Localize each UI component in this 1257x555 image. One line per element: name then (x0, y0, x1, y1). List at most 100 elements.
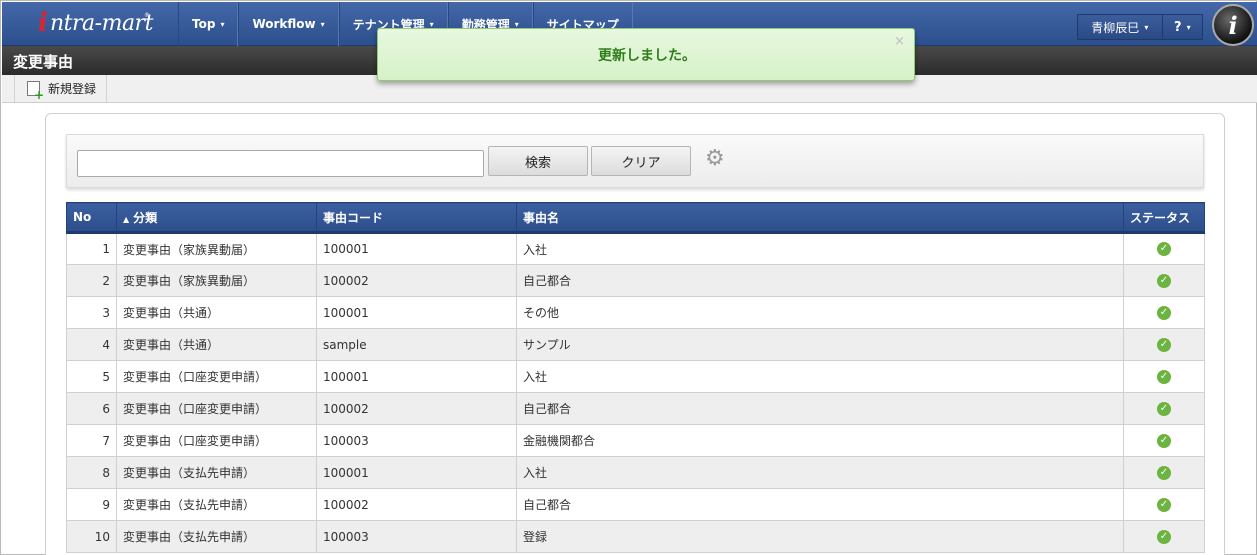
check-circle-icon: ✓ (1157, 305, 1171, 320)
cell-code: 100001 (316, 456, 517, 489)
check-circle-icon: ✓ (1157, 273, 1171, 288)
column-header-name[interactable]: 事由名 (516, 202, 1124, 234)
cell-name: 登録 (516, 520, 1124, 553)
chevron-down-icon: ▾ (220, 19, 225, 29)
chevron-down-icon: ▾ (1186, 22, 1191, 32)
check-circle-icon: ✓ (1157, 433, 1171, 448)
cell-category: 変更事由（口座変更申請） (116, 360, 317, 393)
nav-item-1[interactable]: Workflow ▾ (238, 2, 339, 46)
cell-name: 入社 (516, 456, 1124, 489)
cell-no: 10 (66, 520, 117, 553)
cell-category: 変更事由（家族異動届） (116, 232, 317, 265)
cell-name: 自己都合 (516, 488, 1124, 521)
table-row[interactable]: 7 変更事由（口座変更申請） 100003 金融機関都合 ✓ (66, 424, 1205, 457)
help-icon: ? (1174, 19, 1182, 35)
cell-no: 7 (66, 424, 117, 457)
nav-item-0[interactable]: Top ▾ (178, 2, 239, 46)
clear-button[interactable]: クリア (591, 146, 691, 176)
cell-status: ✓ (1123, 232, 1205, 265)
cell-name: 入社 (516, 232, 1124, 265)
cell-name: 自己都合 (516, 392, 1124, 425)
cell-no: 2 (66, 264, 117, 297)
cell-code: 100001 (316, 296, 517, 329)
column-header-category[interactable]: ▲ 分類 (116, 202, 317, 234)
cell-status: ✓ (1123, 456, 1205, 489)
cell-category: 変更事由（支払先申請） (116, 488, 317, 521)
cell-no: 5 (66, 360, 117, 393)
results-table: No ▲ 分類 事由コード 事由名 ステータス 1 変更事由（家族異動届） 10000… (66, 202, 1205, 553)
search-button[interactable]: 検索 (488, 146, 588, 176)
logo-text: ntra-mart (50, 11, 153, 36)
gear-icon[interactable]: ⚙ (705, 148, 725, 170)
intra-mart-logo[interactable]: i ntra-mart ® (2, 2, 178, 46)
column-header-no[interactable]: No (66, 202, 117, 234)
table-row[interactable]: 4 変更事由（共通） sample サンプル ✓ (66, 328, 1205, 361)
page-title: 変更事由 (13, 53, 74, 71)
chevron-down-icon: ▾ (1144, 22, 1149, 32)
table-row[interactable]: 10 変更事由（支払先申請） 100003 登録 ✓ (66, 520, 1205, 553)
cell-no: 1 (66, 232, 117, 265)
new-document-icon (27, 81, 44, 100)
check-circle-icon: ✓ (1157, 369, 1171, 384)
table-header-row: No ▲ 分類 事由コード 事由名 ステータス (66, 202, 1205, 234)
table-row[interactable]: 9 変更事由（支払先申請） 100002 自己都合 ✓ (66, 488, 1205, 521)
table-row[interactable]: 8 変更事由（支払先申請） 100001 入社 ✓ (66, 456, 1205, 489)
cell-code: 100002 (316, 392, 517, 425)
user-menu-button[interactable]: 青柳辰巳 ▾ (1078, 15, 1163, 39)
column-header-category-label: 分類 (133, 210, 158, 225)
cell-status: ✓ (1123, 264, 1205, 297)
sort-ascending-icon: ▲ (123, 214, 130, 224)
table-row[interactable]: 2 変更事由（家族異動届） 100002 自己都合 ✓ (66, 264, 1205, 297)
cell-code: 100002 (316, 264, 517, 297)
check-circle-icon: ✓ (1157, 497, 1171, 512)
new-register-button[interactable]: 新規登録 (14, 75, 108, 102)
cell-status: ✓ (1123, 424, 1205, 457)
cell-category: 変更事由（支払先申請） (116, 456, 317, 489)
check-circle-icon: ✓ (1157, 465, 1171, 480)
table-row[interactable]: 3 変更事由（共通） 100001 その他 ✓ (66, 296, 1205, 329)
user-menu: 青柳辰巳 ▾ ? ▾ (1077, 14, 1203, 40)
help-menu-button[interactable]: ? ▾ (1163, 15, 1202, 39)
cell-name: 金融機関都合 (516, 424, 1124, 457)
close-icon[interactable]: × (894, 34, 905, 49)
cell-code: sample (316, 328, 517, 361)
nav-item-label: Workflow (252, 17, 316, 31)
column-header-code[interactable]: 事由コード (316, 202, 517, 234)
im-sphere-logo-icon[interactable]: i (1212, 4, 1254, 46)
cell-code: 100003 (316, 520, 517, 553)
cell-name: 入社 (516, 360, 1124, 393)
cell-status: ✓ (1123, 296, 1205, 329)
cell-category: 変更事由（支払先申請） (116, 520, 317, 553)
cell-category: 変更事由（共通） (116, 328, 317, 361)
new-register-label: 新規登録 (48, 82, 97, 96)
user-name: 青柳辰巳 (1091, 20, 1140, 35)
table-row[interactable]: 1 変更事由（家族異動届） 100001 入社 ✓ (66, 232, 1205, 265)
table-row[interactable]: 5 変更事由（口座変更申請） 100001 入社 ✓ (66, 360, 1205, 393)
cell-category: 変更事由（口座変更申請） (116, 392, 317, 425)
toast-message: 更新しました。 (598, 48, 696, 64)
search-input[interactable] (77, 150, 484, 177)
cell-status: ✓ (1123, 392, 1205, 425)
cell-name: その他 (516, 296, 1124, 329)
cell-name: 自己都合 (516, 264, 1124, 297)
chevron-down-icon: ▾ (320, 19, 325, 29)
cell-name: サンプル (516, 328, 1124, 361)
cell-code: 100001 (316, 360, 517, 393)
column-header-status[interactable]: ステータス (1123, 202, 1205, 234)
logo-initial: i (38, 8, 48, 38)
cell-no: 8 (66, 456, 117, 489)
nav-item-label: Top (192, 17, 216, 31)
cell-category: 変更事由（口座変更申請） (116, 424, 317, 457)
search-bar: 検索 クリア ⚙ (66, 134, 1204, 188)
cell-category: 変更事由（家族異動届） (116, 264, 317, 297)
success-toast: 更新しました。 × (377, 28, 915, 81)
cell-status: ✓ (1123, 488, 1205, 521)
cell-code: 100001 (316, 232, 517, 265)
cell-no: 9 (66, 488, 117, 521)
check-circle-icon: ✓ (1157, 242, 1171, 257)
cell-no: 4 (66, 328, 117, 361)
cell-code: 100003 (316, 424, 517, 457)
cell-code: 100002 (316, 488, 517, 521)
check-circle-icon: ✓ (1157, 337, 1171, 352)
table-row[interactable]: 6 変更事由（口座変更申請） 100002 自己都合 ✓ (66, 392, 1205, 425)
